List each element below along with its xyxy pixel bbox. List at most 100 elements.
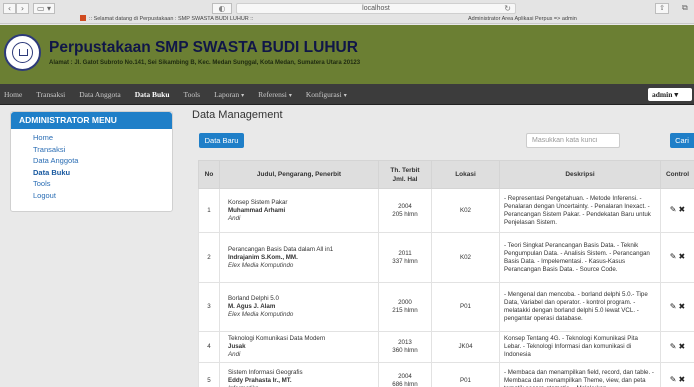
nav-item-laporan[interactable]: Laporan ▾	[214, 90, 244, 99]
nav-item-data-anggota[interactable]: Data Anggota	[79, 90, 120, 99]
tabs-overview-icon[interactable]: ⧉	[682, 3, 688, 13]
chevron-down-icon: ▾	[241, 93, 245, 99]
close-icon[interactable]: ✖	[679, 342, 686, 351]
site-title: Perpustakaan SMP SWASTA BUDI LUHUR	[49, 39, 358, 56]
browser-nav-buttons: ‹ › ▭ ▾	[3, 3, 55, 14]
forward-icon[interactable]: ›	[16, 3, 29, 14]
favicon-icon	[80, 15, 86, 21]
sidebar-item-home[interactable]: Home	[33, 132, 172, 144]
table-header-row: No Judul, Pengarang, Penerbit Th. Terbit…	[198, 160, 694, 189]
browser-chrome: ‹ › ▭ ▾ ◐ localhost ↻ ⇧ ⧉ :: Selamat dat…	[0, 0, 694, 24]
nav-item-label: Data Buku	[134, 90, 170, 99]
pencil-icon[interactable]: ✎	[670, 252, 677, 261]
nav-items: Home Transaksi Data Anggota Data Buku Tools L…	[0, 84, 347, 105]
search-input[interactable]	[526, 133, 620, 148]
cell-terbit: 2004 686 hlmn	[378, 362, 432, 387]
nav-item-data-buku[interactable]: Data Buku	[135, 90, 170, 99]
col-header-no: No	[198, 160, 220, 189]
col-header-terbit-pages: Jml. Hal	[392, 175, 418, 183]
book-title: Sistem Informasi Geografis	[228, 368, 303, 376]
cell-no: 1	[198, 188, 220, 233]
close-icon[interactable]: ✖	[679, 302, 686, 311]
nav-item-label: Transaksi	[36, 90, 66, 99]
user-menu-button[interactable]: admin ▾	[648, 88, 692, 101]
nav-item-label: Konfigurasi	[305, 90, 342, 99]
chevron-down-icon: ▾	[288, 93, 292, 99]
book-title: Teknologi Komunikasi Data Modern	[228, 335, 326, 342]
sidebar-item-transaksi[interactable]: Transaksi	[33, 144, 172, 156]
book-publisher: Elex Media Komputindo	[228, 261, 294, 269]
school-logo-icon	[4, 34, 41, 71]
pencil-icon[interactable]: ✎	[670, 342, 677, 351]
nav-item-tools[interactable]: Tools	[184, 90, 201, 99]
cell-judul: Borland Delphi 5.0 M. Agus J. Alam Elex Me…	[219, 282, 379, 332]
book-pages: 205 hlmn	[392, 210, 418, 218]
book-author: Jusak	[228, 343, 246, 350]
cell-lokasi: P01	[431, 362, 500, 387]
cell-lokasi: P01	[431, 282, 500, 332]
logo-book	[19, 49, 28, 56]
book-publisher: Elex Media Komputindo	[228, 311, 294, 318]
cell-control: ✎ ✖	[660, 331, 694, 363]
share-icon[interactable]: ⇧	[655, 3, 669, 14]
cell-judul: Sistem Informasi Geografis Eddy Prahasta …	[219, 362, 379, 387]
cell-terbit: 2013 360 hlmn	[378, 331, 432, 363]
close-icon[interactable]: ✖	[679, 252, 686, 261]
table-row: 5 Sistem Informasi Geografis Eddy Prahasta…	[198, 362, 694, 387]
book-pages: 215 hlmn	[392, 307, 418, 314]
cell-terbit: 2004 205 hlmn	[378, 188, 432, 233]
book-year: 2011	[398, 249, 412, 257]
col-header-terbit: Th. Terbit Jml. Hal	[378, 160, 432, 189]
nav-item-label: Tools	[183, 90, 201, 99]
nav-item-referensi[interactable]: Referensi ▾	[258, 90, 292, 99]
sidebar-toggle-icon[interactable]: ▭ ▾	[33, 3, 55, 14]
nav-item-transaksi[interactable]: Transaksi	[36, 90, 65, 99]
pencil-icon[interactable]: ✎	[670, 205, 677, 214]
close-icon[interactable]: ✖	[679, 205, 686, 214]
user-menu-label: admin	[652, 90, 673, 99]
book-title: Konsep Sistem Pakar	[228, 198, 288, 206]
close-icon[interactable]: ✖	[679, 375, 686, 384]
search-button[interactable]: Cari	[670, 133, 694, 148]
book-year: 2000	[398, 299, 412, 306]
cell-no: 3	[198, 282, 220, 332]
cell-control: ✎ ✖	[660, 188, 694, 233]
book-title: Perancangan Basis Data dalam All in1	[228, 245, 334, 253]
book-pages: 337 hlmn	[392, 257, 418, 265]
pencil-icon[interactable]: ✎	[670, 302, 677, 311]
reload-icon[interactable]: ↻	[504, 4, 511, 13]
logo-ring	[12, 42, 33, 63]
nav-item-konfigurasi[interactable]: Konfigurasi ▾	[306, 90, 347, 99]
browser-tab-2[interactable]: Administrator Area Aplikasi Perpus => ad…	[468, 15, 577, 24]
top-navbar: Home Transaksi Data Anggota Data Buku Tools L…	[0, 84, 694, 105]
cell-deskripsi: - Mengenal dan mencoba. - borland delphi…	[499, 282, 661, 332]
book-year: 2004	[398, 202, 412, 210]
url-text: localhost	[362, 5, 390, 12]
sidebar-menu: Home Transaksi Data Anggota Data Buku Tools L…	[11, 129, 172, 201]
table-row: 3 Borland Delphi 5.0 M. Agus J. Alam Elex M…	[198, 282, 694, 332]
sidebar-item-tools[interactable]: Tools	[33, 178, 172, 190]
address-bar[interactable]: localhost ↻	[236, 3, 516, 14]
book-publisher: Andi	[228, 351, 241, 358]
book-pages: 686 hlmn	[392, 380, 418, 387]
privacy-shield-icon[interactable]: ◐	[212, 3, 232, 14]
col-header-terbit-year: Th. Terbit	[390, 166, 420, 174]
sidebar-item-logout[interactable]: Logout	[33, 190, 172, 202]
table-row: 4 Teknologi Komunikasi Data Modern Jusak An…	[198, 331, 694, 363]
cell-deskripsi: - Teori Singkat Perancangan Basis Data. …	[499, 232, 661, 283]
new-data-button[interactable]: Data Baru	[199, 133, 244, 148]
main-content: Data Management Data Baru Cari No Judul,…	[181, 106, 694, 387]
pencil-icon[interactable]: ✎	[670, 375, 677, 384]
cell-terbit: 2011 337 hlmn	[378, 232, 432, 283]
browser-tab-1[interactable]: :: Selamat datang di Perpustakaan : SMP …	[80, 15, 350, 24]
back-icon[interactable]: ‹	[3, 3, 16, 14]
book-pages: 360 hlmn	[392, 347, 418, 354]
chevron-down-icon: ▾	[343, 93, 347, 99]
nav-item-home[interactable]: Home	[4, 90, 22, 99]
col-header-lokasi: Lokasi	[431, 160, 500, 189]
book-year: 2004	[398, 372, 412, 380]
sidebar-item-data-buku[interactable]: Data Buku	[33, 167, 172, 179]
sidebar-item-data-anggota[interactable]: Data Anggota	[33, 155, 172, 167]
cell-no: 4	[198, 331, 220, 363]
book-author: M. Agus J. Alam	[228, 303, 276, 310]
